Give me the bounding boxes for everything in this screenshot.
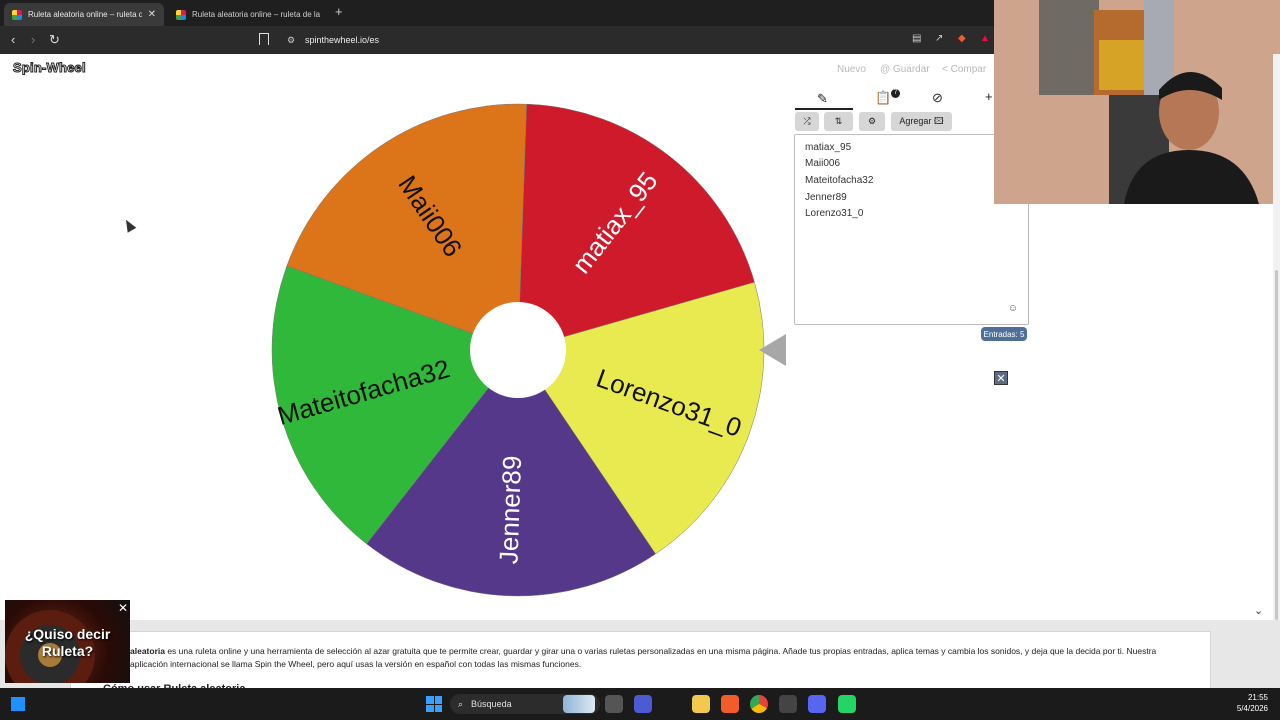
tab-title: Ruleta aleatoria online – ruleta de la [192,10,320,19]
results-tab-icon[interactable]: 📋 [875,90,891,106]
chrome-icon[interactable] [750,695,768,713]
settings-icon: ⚙ [867,116,877,126]
clock-time: 21:55 [1247,693,1268,702]
info-paragraph-bold: aleatoria [130,646,165,656]
widgets-icon[interactable] [11,697,25,711]
wheel-segment-label: Jenner89 [493,455,527,564]
spin-wheel[interactable]: matiax_95Lorenzo31_0Jenner89Mateitofacha… [270,102,766,598]
entry-line: Maii006 [805,158,841,169]
tab-title: Ruleta aleatoria online – ruleta d [28,10,142,19]
start-icon[interactable] [426,696,442,712]
favicon-icon [12,9,22,20]
entry-line: Lorenzo31_0 [805,208,864,219]
forward-icon[interactable]: › [31,32,35,48]
close-tab-icon[interactable]: ✕ [148,9,156,20]
reader-icon[interactable]: ▤ [912,33,921,44]
sort-icon: ⇅ [834,116,843,126]
search-label: Búsqueda [471,699,512,709]
rewards-icon[interactable]: ▲ [980,33,990,44]
save-button[interactable]: @ Guardar [880,64,930,75]
reload-icon[interactable]: ↻ [49,32,60,48]
bookmark-icon[interactable] [259,33,269,45]
new-button[interactable]: Nuevo [837,64,866,75]
entry-line: Jenner89 [805,192,847,203]
ad-text: ¿Quiso decir Ruleta? [24,626,111,659]
results-count-badge: 7 [891,89,900,98]
add-image-label: Agregar 🖾 [899,115,944,126]
teams-icon[interactable] [634,695,652,713]
address-bar[interactable]: spinthewheel.io/es [305,35,379,45]
wheel-center[interactable] [470,302,566,398]
edit-tab-icon[interactable]: ✎ [817,91,828,107]
hide-tab-icon[interactable]: ⊘ [932,90,943,106]
ad-banner[interactable]: ¿Quiso decir Ruleta? ✕ [5,600,130,683]
shuffle-button[interactable]: ⤮ [795,112,819,131]
add-image-button[interactable]: Agregar 🖾 [891,112,952,131]
add-wheel-icon[interactable]: + [985,89,993,104]
taskbar-clock: 21:55 5/4/2026 [1237,692,1268,714]
chevron-down-icon[interactable]: ⌄ [1254,604,1263,617]
sort-button[interactable]: ⇅ [824,112,853,131]
browser-tab-active[interactable]: Ruleta aleatoria online – ruleta d ✕ [4,3,164,26]
discord-icon[interactable] [808,695,826,713]
entry-line: Mateitofacha32 [805,175,874,186]
info-paragraph: aleatoria es una ruleta online y una her… [130,645,1170,671]
back-icon[interactable]: ‹ [11,32,15,48]
file-explorer-icon[interactable] [692,695,710,713]
mouse-cursor-icon [121,217,137,233]
share-button[interactable]: < Compar [942,64,986,75]
search-icon: ⌕ [458,698,464,709]
share-icon[interactable]: ↗ [935,33,943,44]
new-tab-icon[interactable]: + [335,4,343,19]
settings-button[interactable]: ⚙ [859,112,885,131]
wheel-pointer-icon [759,334,786,366]
scrollbar-thumb[interactable] [1275,270,1278,620]
brave-icon[interactable] [721,695,739,713]
shuffle-icon: ⤮ [803,116,811,126]
brave-shield-icon[interactable]: ◆ [958,33,966,44]
favicon-icon [176,9,186,20]
browser-tab[interactable]: Ruleta aleatoria online – ruleta de la [168,3,328,26]
task-view-icon[interactable] [605,695,623,713]
whatsapp-icon[interactable] [838,695,856,713]
entry-line: matiax_95 [805,142,852,153]
app-logo[interactable]: Spin-Wheel [13,60,87,76]
emoji-icon[interactable]: ☺ [1008,303,1018,314]
clock-date: 5/4/2026 [1236,704,1268,713]
close-ad-icon[interactable]: ✕ [118,601,128,615]
entries-count-badge: Entradas: 5 [981,327,1027,341]
webcam-overlay [994,0,1280,204]
settings-app-icon[interactable] [779,695,797,713]
site-info-icon[interactable]: ⚙ [287,35,295,46]
streamer-image [994,0,1280,204]
info-paragraph-text: es una ruleta online y una herramienta d… [130,646,1157,669]
active-tab-indicator [795,108,853,110]
close-icon[interactable]: ✕ [994,371,1008,385]
search-highlight-image [563,695,595,713]
